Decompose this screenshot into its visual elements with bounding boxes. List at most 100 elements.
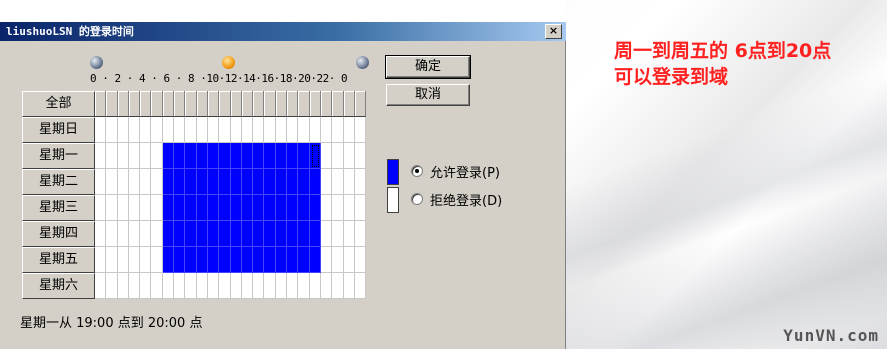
hour-cell[interactable] [219, 273, 231, 299]
day-row-button[interactable]: 星期五 [22, 247, 95, 273]
hour-cell[interactable] [196, 169, 208, 195]
hour-column-header[interactable] [219, 91, 231, 117]
day-row-button[interactable]: 星期四 [22, 221, 95, 247]
hour-cell[interactable] [185, 195, 197, 221]
hour-cell[interactable] [162, 195, 175, 221]
hour-cell[interactable] [151, 273, 163, 299]
hour-cell[interactable] [320, 117, 333, 143]
hour-cell[interactable] [343, 221, 355, 247]
hour-column-header[interactable] [343, 91, 355, 117]
hour-cell[interactable] [128, 143, 141, 169]
hour-cell[interactable] [140, 195, 152, 221]
hour-cell[interactable] [275, 195, 288, 221]
day-row-button[interactable]: 星期六 [22, 273, 95, 299]
hour-cell[interactable] [128, 221, 141, 247]
hour-cell[interactable] [354, 221, 367, 247]
hour-cell[interactable] [162, 143, 175, 169]
hour-cell[interactable] [185, 221, 197, 247]
hour-cell[interactable] [309, 247, 321, 273]
hour-cell[interactable] [95, 247, 107, 273]
hour-cell[interactable] [117, 273, 129, 299]
hour-cell[interactable] [185, 143, 197, 169]
hour-cell[interactable] [162, 117, 175, 143]
hour-cell[interactable] [298, 117, 310, 143]
hour-cell[interactable] [140, 247, 152, 273]
hour-cell[interactable] [128, 273, 141, 299]
hour-cell[interactable] [162, 247, 175, 273]
hour-cell[interactable] [264, 195, 276, 221]
hour-cell[interactable] [128, 117, 141, 143]
hour-column-header[interactable] [185, 91, 197, 117]
hour-cell[interactable] [241, 143, 254, 169]
hour-cell[interactable] [219, 247, 231, 273]
hour-cell[interactable] [241, 117, 254, 143]
hour-cell[interactable] [309, 117, 321, 143]
close-button[interactable]: × [545, 24, 562, 39]
hour-cell[interactable] [117, 143, 129, 169]
hour-cell[interactable] [320, 195, 333, 221]
hour-cell[interactable] [151, 221, 163, 247]
hour-column-header[interactable] [332, 91, 344, 117]
hour-cell[interactable] [287, 143, 299, 169]
hour-cell[interactable] [140, 143, 152, 169]
hour-cell[interactable] [343, 143, 355, 169]
hour-cell[interactable] [95, 273, 107, 299]
hour-cell[interactable] [219, 221, 231, 247]
hour-cell[interactable] [95, 195, 107, 221]
hour-cell[interactable] [207, 195, 220, 221]
hour-column-header[interactable] [264, 91, 276, 117]
hour-cell[interactable] [264, 221, 276, 247]
hour-column-header[interactable] [117, 91, 129, 117]
hour-cell[interactable] [253, 195, 265, 221]
hour-cell[interactable] [264, 273, 276, 299]
hour-cell[interactable] [298, 143, 310, 169]
hour-cell[interactable] [332, 117, 344, 143]
hour-cell[interactable] [185, 247, 197, 273]
deny-radio[interactable] [411, 193, 423, 205]
hour-column-header[interactable] [320, 91, 333, 117]
hour-cell[interactable] [151, 195, 163, 221]
hour-cell[interactable] [196, 143, 208, 169]
hour-cell[interactable] [253, 117, 265, 143]
hour-cell[interactable] [332, 195, 344, 221]
hour-cell[interactable] [174, 143, 186, 169]
hour-cell[interactable] [320, 221, 333, 247]
hour-cell[interactable] [241, 169, 254, 195]
hour-cell[interactable] [117, 221, 129, 247]
hour-cell[interactable] [207, 247, 220, 273]
hour-cell[interactable] [128, 195, 141, 221]
hour-cell[interactable] [219, 169, 231, 195]
hour-column-header[interactable] [174, 91, 186, 117]
hour-cell[interactable] [117, 247, 129, 273]
hour-cell[interactable] [298, 247, 310, 273]
hour-cell[interactable] [106, 143, 118, 169]
hour-column-header[interactable] [196, 91, 208, 117]
hour-cell[interactable] [309, 169, 321, 195]
hour-cell[interactable] [287, 247, 299, 273]
hour-cell[interactable] [320, 143, 333, 169]
hour-cell[interactable] [320, 273, 333, 299]
hour-cell[interactable] [162, 221, 175, 247]
hour-cell[interactable] [287, 221, 299, 247]
hour-cell[interactable] [230, 143, 242, 169]
hour-cell[interactable] [140, 273, 152, 299]
hour-cell[interactable] [162, 273, 175, 299]
day-row-button[interactable]: 星期日 [22, 117, 95, 143]
hour-cell[interactable] [106, 117, 118, 143]
hour-cell[interactable] [230, 195, 242, 221]
day-row-button[interactable]: 星期一 [22, 143, 95, 169]
hour-column-header[interactable] [230, 91, 242, 117]
hour-column-header[interactable] [140, 91, 152, 117]
hour-cell[interactable] [207, 117, 220, 143]
hour-cell[interactable] [162, 169, 175, 195]
hour-cell[interactable] [196, 247, 208, 273]
day-row-button[interactable]: 星期三 [22, 195, 95, 221]
hour-column-header[interactable] [162, 91, 175, 117]
hour-cell[interactable] [106, 221, 118, 247]
hour-column-header[interactable] [253, 91, 265, 117]
hour-column-header[interactable] [128, 91, 141, 117]
hour-cell[interactable] [275, 221, 288, 247]
hour-cell[interactable] [140, 169, 152, 195]
hour-cell[interactable] [230, 247, 242, 273]
hour-cell[interactable] [320, 247, 333, 273]
